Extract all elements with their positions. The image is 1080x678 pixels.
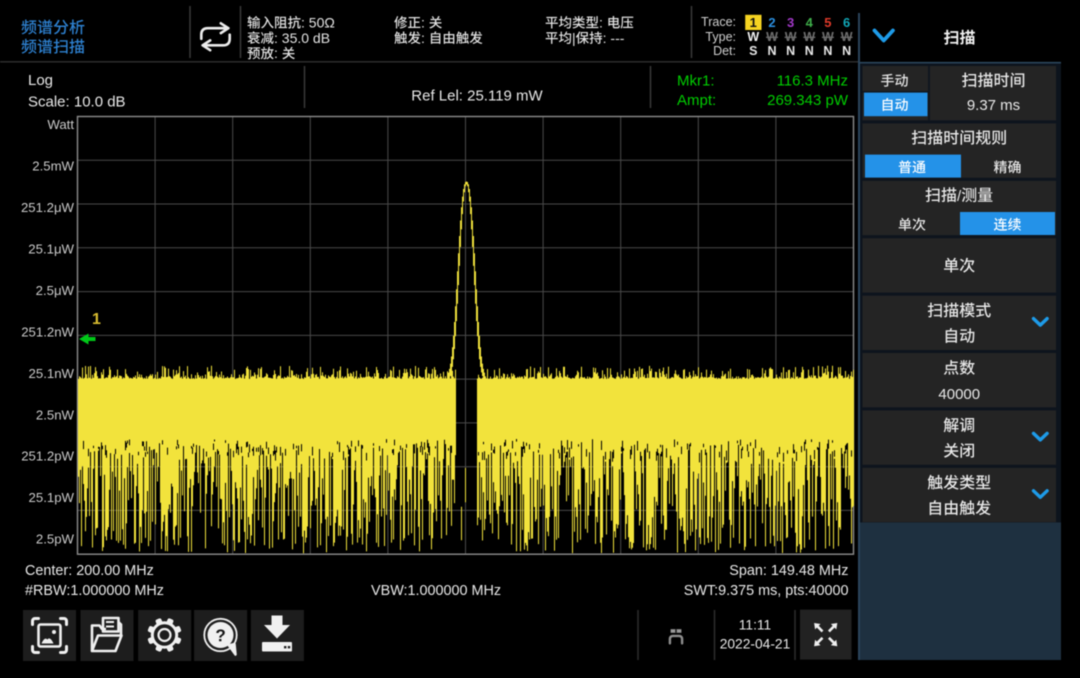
svg-text:25.1nW: 25.1nW	[29, 366, 75, 381]
svg-text:251.2μW: 251.2μW	[21, 200, 75, 215]
svg-text:Trace:: Trace:	[701, 15, 736, 29]
svg-text:Ref Lel: 25.119 mW: Ref Lel: 25.119 mW	[411, 88, 543, 105]
svg-text:1: 1	[750, 15, 757, 30]
svg-text:25.1μW: 25.1μW	[28, 242, 74, 257]
svg-text:N: N	[767, 44, 776, 58]
svg-text:2.5mW: 2.5mW	[32, 159, 74, 174]
svg-text:5: 5	[824, 15, 831, 30]
svg-text:N: N	[805, 44, 814, 58]
svg-text:251.2nW: 251.2nW	[21, 324, 74, 339]
svg-text:2.5nW: 2.5nW	[36, 407, 75, 422]
svg-text:N: N	[786, 44, 795, 58]
svg-text:6: 6	[843, 15, 850, 30]
svg-text:Span: 149.48 MHz: Span: 149.48 MHz	[729, 563, 848, 579]
svg-text:2.5pW: 2.5pW	[36, 532, 75, 547]
svg-text:251.2pW: 251.2pW	[21, 449, 74, 464]
svg-text:N: N	[842, 44, 851, 58]
svg-text:11:11: 11:11	[739, 618, 771, 633]
svg-text:|: |	[572, 30, 576, 46]
svg-text:W: W	[747, 30, 759, 44]
svg-text:S: S	[749, 44, 757, 58]
svg-text::: :	[421, 30, 425, 46]
svg-text:Watt: Watt	[47, 117, 74, 132]
svg-text:: 35.0 dB: : 35.0 dB	[274, 30, 330, 46]
svg-text:2.5μW: 2.5μW	[36, 283, 75, 298]
svg-text:Mkr1:: Mkr1:	[677, 73, 715, 90]
svg-text:VBW:1.000000 MHz: VBW:1.000000 MHz	[371, 583, 501, 599]
svg-text:116.3 MHz: 116.3 MHz	[777, 73, 848, 90]
svg-text:40000: 40000	[938, 386, 980, 403]
svg-text:Ampt:: Ampt:	[677, 92, 716, 109]
svg-text:1: 1	[92, 311, 101, 328]
svg-text:25.1pW: 25.1pW	[29, 490, 75, 505]
svg-text:Log: Log	[28, 72, 53, 89]
svg-text:#RBW:1.000000 MHz: #RBW:1.000000 MHz	[25, 583, 164, 599]
svg-text::: :	[274, 45, 278, 61]
svg-text:269.343 pW: 269.343 pW	[767, 92, 849, 109]
svg-text::: :	[599, 14, 603, 30]
svg-text:2022-04-21: 2022-04-21	[720, 637, 791, 652]
svg-text:2: 2	[768, 15, 775, 30]
svg-text:SWT:9.375 ms, pts:40000: SWT:9.375 ms, pts:40000	[684, 583, 849, 599]
svg-text:3: 3	[787, 15, 794, 30]
svg-text:N: N	[823, 44, 832, 58]
svg-text:: 50Ω: : 50Ω	[301, 14, 335, 30]
svg-text:4: 4	[806, 15, 814, 30]
svg-text:Type:: Type:	[705, 30, 736, 44]
svg-text:Scale: 10.0 dB: Scale: 10.0 dB	[28, 94, 126, 111]
svg-text:9.37 ms: 9.37 ms	[967, 97, 1020, 114]
svg-text:: ---: : ---	[603, 30, 625, 46]
svg-text:Center: 200.00 MHz: Center: 200.00 MHz	[25, 563, 154, 579]
svg-text:Det:: Det:	[713, 44, 736, 58]
svg-text::: :	[421, 14, 425, 30]
